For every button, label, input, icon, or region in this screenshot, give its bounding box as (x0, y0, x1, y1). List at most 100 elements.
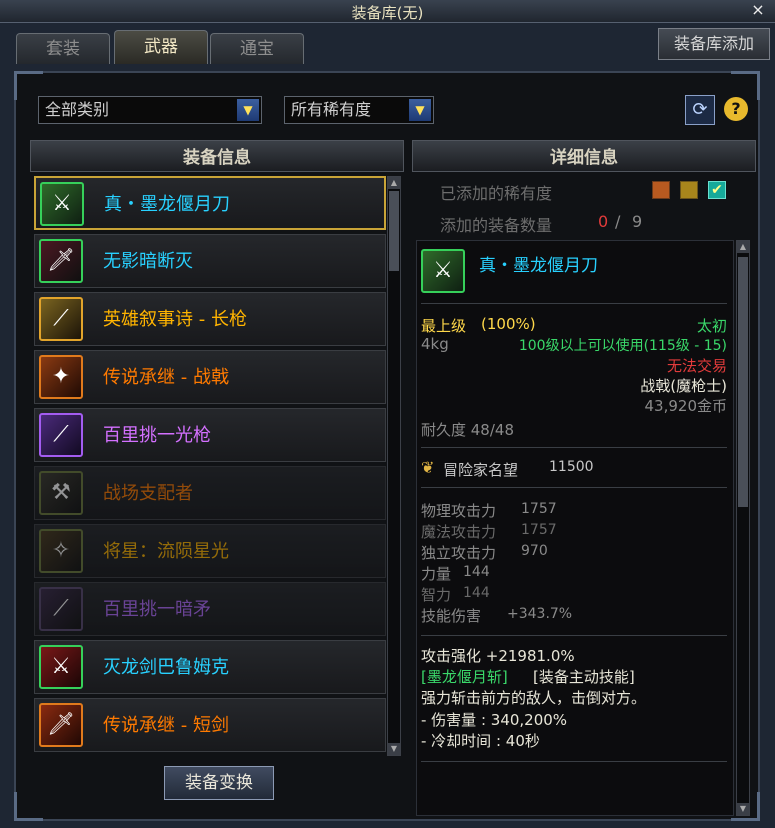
item-name: 英雄叙事诗 - 长枪 (103, 309, 247, 330)
close-icon[interactable]: × (749, 1, 767, 19)
scroll-thumb[interactable] (738, 257, 748, 507)
fame-label: 冒险家名望 (443, 461, 519, 479)
light-lance-icon: ⟋ (39, 413, 83, 457)
divider (421, 303, 727, 304)
short-sword-icon: 🗡 (39, 703, 83, 747)
battle-axe-icon: ⚒ (39, 471, 83, 515)
stat-value: 144 (463, 585, 490, 601)
dragon-sword-icon: ⚔ (39, 645, 83, 689)
equipment-list: ⚔ 真・墨龙偃月刀 🗡 无影暗断灭 ⟋ 英雄叙事诗 - 长枪 ✦ 传说承继 - … (34, 176, 386, 756)
item-name: 战场支配者 (103, 483, 193, 504)
item-name: 百里挑一光枪 (103, 425, 211, 446)
frame-corner (731, 71, 760, 100)
detail-weight: 4kg (421, 335, 449, 353)
list-item[interactable]: ⚔ 灭龙剑巴鲁姆克 (34, 640, 386, 694)
chevron-down-icon[interactable]: ▼ (237, 99, 259, 121)
skill-damage: - 伤害量 : 340,200% (421, 711, 568, 729)
scroll-down-icon[interactable]: ▼ (737, 803, 749, 815)
stat-value: +343.7% (507, 606, 573, 622)
equipment-info-header: 装备信息 (30, 140, 404, 172)
rarity-value: 所有稀有度 (291, 100, 372, 119)
detail-level-req: 100级以上可以使用(115级 - 15) (518, 338, 727, 354)
dark-spear-icon: ⟋ (39, 587, 83, 631)
detail-price: 43,920金币 (644, 397, 728, 415)
window-title: 装备库(无) (351, 4, 424, 22)
added-rarity-label: 已添加的稀有度 (440, 184, 553, 203)
list-item[interactable]: 🗡 传说承继 - 短剑 (34, 698, 386, 752)
added-count-current: 0 (598, 212, 609, 231)
skill-description: 强力斩击前方的敌人，击倒对方。 (421, 689, 647, 707)
skill-cooldown: - 冷却时间 : 40秒 (421, 732, 540, 750)
added-count-label: 添加的装备数量 (440, 216, 553, 235)
stat-label: 智力 (421, 586, 452, 604)
scroll-up-icon[interactable]: ▲ (388, 177, 400, 189)
list-item[interactable]: ⚔ 真・墨龙偃月刀 (34, 176, 386, 230)
scroll-up-icon[interactable]: ▲ (737, 241, 749, 253)
convert-equipment-button[interactable]: 装备变换 (164, 766, 274, 800)
stat-label: 独立攻击力 (421, 544, 497, 562)
spear-icon: ⟋ (39, 297, 83, 341)
rarity-filter-legendary[interactable] (652, 181, 670, 199)
halberd-icon: ✦ (39, 355, 83, 399)
added-count-separator: / (615, 212, 621, 231)
item-detail-panel: ⚔ 真・墨龙偃月刀 最上级 (100%) 太初 4kg 100级以上可以使用(1… (416, 240, 734, 816)
detail-scrollbar[interactable]: ▲ ▼ (736, 240, 750, 816)
rarity-filter-sp-checked[interactable]: ✔ (708, 181, 726, 199)
detail-type: 战戟(魔枪士) (640, 377, 727, 395)
detail-item-name: 真・墨龙偃月刀 (479, 256, 598, 276)
item-name: 传说承继 - 战戟 (103, 367, 229, 388)
detail-trade: 无法交易 (666, 357, 727, 375)
detail-info-header: 详细信息 (412, 140, 756, 172)
refresh-icon[interactable]: ⟳ (685, 95, 715, 125)
stat-value: 144 (463, 564, 490, 580)
list-item[interactable]: ⚒ 战场支配者 (34, 466, 386, 520)
list-item[interactable]: ✧ 将星：流陨星光 (34, 524, 386, 578)
window-titlebar: 装备库(无) × (0, 0, 775, 23)
star-spear-icon: ✧ (39, 529, 83, 573)
item-name: 灭龙剑巴鲁姆克 (103, 657, 229, 678)
dragon-blade-icon: ⚔ (421, 249, 465, 293)
item-name: 真・墨龙偃月刀 (104, 194, 230, 215)
equipment-list-scrollbar[interactable]: ▲ ▼ (387, 176, 401, 756)
item-name: 无影暗断灭 (103, 251, 193, 272)
skill-tag: [装备主动技能] (533, 668, 635, 686)
category-dropdown[interactable]: 全部类别 ▼ (38, 96, 262, 124)
list-item[interactable]: ⟋ 百里挑一光枪 (34, 408, 386, 462)
divider (421, 761, 727, 762)
list-item[interactable]: ⟋ 百里挑一暗矛 (34, 582, 386, 636)
frame-corner (14, 792, 43, 821)
stat-value: 1757 (521, 522, 557, 538)
category-value: 全部类别 (45, 100, 110, 119)
dark-blade-icon: 🗡 (39, 239, 83, 283)
list-item[interactable]: 🗡 无影暗断灭 (34, 234, 386, 288)
fame-icon: ❦ (421, 458, 435, 477)
stat-label: 力量 (421, 565, 452, 583)
list-item[interactable]: ⟋ 英雄叙事诗 - 长枪 (34, 292, 386, 346)
divider (421, 447, 727, 448)
detail-grade: 最上级 (421, 317, 467, 335)
stat-value: 970 (521, 543, 548, 559)
scroll-thumb[interactable] (389, 191, 399, 271)
tab-weapons[interactable]: 武器 (114, 30, 208, 64)
detail-grade-percent: (100%) (481, 315, 536, 333)
item-name: 百里挑一暗矛 (103, 599, 211, 620)
stat-label: 技能伤害 (421, 607, 482, 625)
stat-label: 魔法攻击力 (421, 523, 497, 541)
scroll-down-icon[interactable]: ▼ (388, 743, 400, 755)
dragon-blade-icon: ⚔ (40, 182, 84, 226)
divider (421, 635, 727, 636)
divider (421, 487, 727, 488)
detail-reinforce: 攻击强化 +21981.0% (421, 647, 575, 665)
add-library-button[interactable]: 装备库添加 (658, 28, 770, 60)
rarity-dropdown[interactable]: 所有稀有度 ▼ (284, 96, 434, 124)
tab-sets[interactable]: 套装 (16, 33, 110, 64)
rarity-filter-epic[interactable] (680, 181, 698, 199)
list-item[interactable]: ✦ 传说承继 - 战戟 (34, 350, 386, 404)
tab-treasure[interactable]: 通宝 (210, 33, 304, 64)
added-count-max: 9 (632, 212, 643, 231)
chevron-down-icon[interactable]: ▼ (409, 99, 431, 121)
item-name: 传说承继 - 短剑 (103, 715, 229, 736)
detail-tier: 太初 (696, 317, 727, 335)
detail-durability: 耐久度 48/48 (421, 421, 514, 439)
help-icon[interactable]: ? (724, 97, 748, 121)
